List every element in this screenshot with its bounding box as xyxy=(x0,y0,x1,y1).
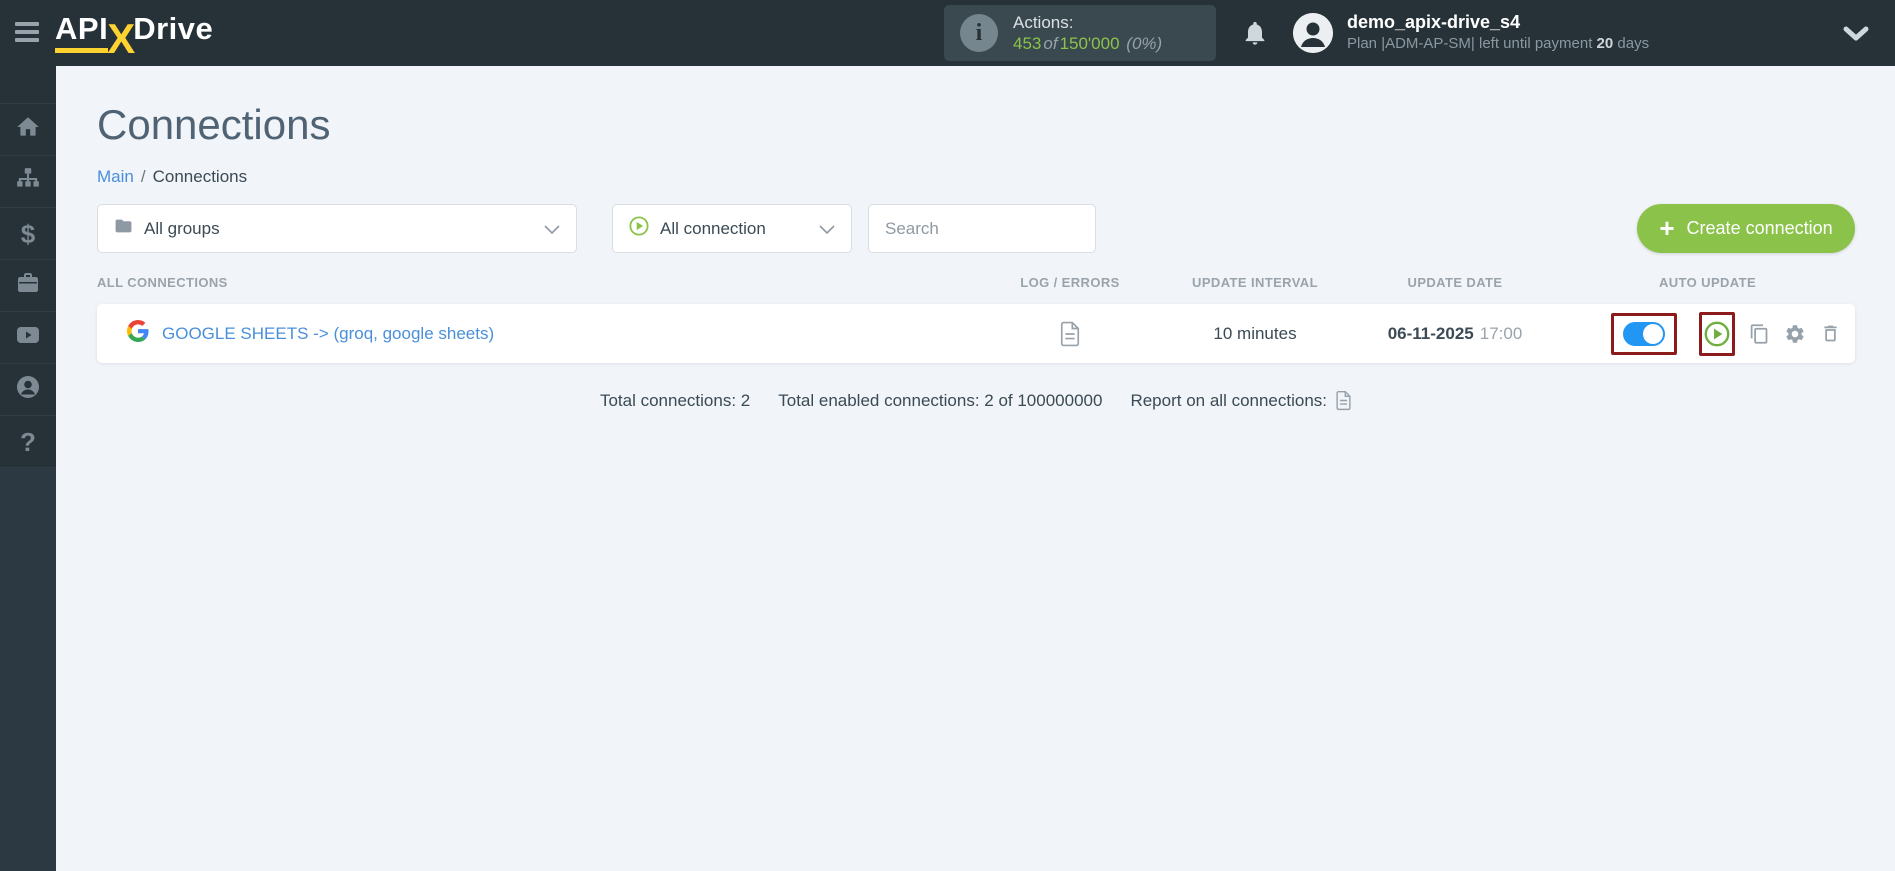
sitemap-icon xyxy=(15,167,41,196)
time-value: 17:00 xyxy=(1480,324,1523,344)
breadcrumb-current: Connections xyxy=(153,167,248,186)
report-label: Report on all connections: xyxy=(1130,391,1327,411)
user-info[interactable]: demo_apix-drive_s4 Plan |ADM-AP-SM| left… xyxy=(1347,11,1649,54)
col-auto-update: AUTO UPDATE xyxy=(1560,275,1855,290)
plus-icon: + xyxy=(1659,215,1674,241)
connection-filter-value: All connection xyxy=(660,219,819,239)
hamburger-menu-icon[interactable] xyxy=(15,22,39,44)
chevron-down-icon xyxy=(544,219,560,239)
create-connection-label: Create connection xyxy=(1687,218,1833,239)
col-all-connections: ALL CONNECTIONS xyxy=(97,275,980,290)
settings-gear-icon[interactable] xyxy=(1784,323,1806,345)
total-connections: Total connections: 2 xyxy=(600,391,750,411)
groups-filter-dropdown[interactable]: All groups xyxy=(97,204,577,253)
connection-row: GOOGLE SHEETS -> (groq, google sheets) 1… xyxy=(97,304,1855,363)
create-connection-button[interactable]: + Create connection xyxy=(1637,204,1855,253)
account-chevron-down-icon[interactable] xyxy=(1842,25,1870,48)
auto-update-toggle[interactable] xyxy=(1623,322,1665,346)
sidebar-item-services[interactable] xyxy=(0,259,56,311)
breadcrumb-separator: / xyxy=(141,167,146,186)
connection-filter-dropdown[interactable]: All connection xyxy=(612,204,852,253)
home-icon xyxy=(15,114,41,145)
breadcrumb: Main / Connections xyxy=(97,166,1855,188)
update-interval-value: 10 minutes xyxy=(1160,324,1350,344)
groups-filter-value: All groups xyxy=(144,219,544,239)
date-value: 06-11-2025 xyxy=(1388,324,1474,344)
main-content: Connections Main / Connections All groups … xyxy=(56,66,1895,871)
actions-usage: 453of150'000 (0%) xyxy=(1013,33,1164,54)
actions-of: of xyxy=(1043,34,1057,53)
youtube-icon xyxy=(16,326,40,349)
profile-icon xyxy=(15,374,41,405)
actions-counter[interactable]: i Actions: 453of150'000 (0%) xyxy=(944,5,1216,61)
logo-x: X xyxy=(107,22,135,56)
actions-total: 150'000 xyxy=(1060,34,1120,53)
folder-icon xyxy=(114,218,133,239)
dollar-icon: $ xyxy=(21,221,35,247)
logo-api: API xyxy=(55,12,108,53)
col-log-errors: LOG / ERRORS xyxy=(980,275,1160,290)
sidebar-item-help[interactable]: ? xyxy=(0,415,56,467)
sidebar-item-profile[interactable] xyxy=(0,363,56,415)
sidebar-item-billing[interactable]: $ xyxy=(0,207,56,259)
google-logo-icon xyxy=(127,320,149,347)
notifications-bell-icon[interactable] xyxy=(1241,18,1269,48)
log-file-icon[interactable] xyxy=(1059,321,1081,347)
user-avatar[interactable] xyxy=(1293,13,1333,53)
days-left-value: 20 xyxy=(1597,35,1614,52)
sidebar-item-home[interactable] xyxy=(0,103,56,155)
auto-update-annotation-box xyxy=(1611,313,1677,355)
actions-label: Actions: xyxy=(1013,12,1164,33)
run-annotation-box xyxy=(1699,312,1735,356)
info-icon: i xyxy=(960,14,998,52)
question-icon: ? xyxy=(20,429,36,455)
sidebar-filler xyxy=(0,467,56,871)
totals-bar: Total connections: 2 Total enabled conne… xyxy=(97,390,1855,411)
table-header-row: ALL CONNECTIONS LOG / ERRORS UPDATE INTE… xyxy=(97,275,1855,290)
total-enabled: Total enabled connections: 2 of 10000000… xyxy=(778,391,1102,411)
chevron-down-icon xyxy=(819,219,835,239)
connection-name-link[interactable]: GOOGLE SHEETS -> (groq, google sheets) xyxy=(162,324,494,344)
copy-connection-icon[interactable] xyxy=(1749,322,1770,346)
delete-trash-icon[interactable] xyxy=(1820,322,1841,345)
col-update-date: UPDATE DATE xyxy=(1350,275,1560,290)
sidebar-item-connections[interactable] xyxy=(0,155,56,207)
breadcrumb-main-link[interactable]: Main xyxy=(97,167,134,186)
sidebar-item-youtube[interactable] xyxy=(0,311,56,363)
briefcase-icon xyxy=(16,271,40,300)
top-bar: API X Drive i Actions: 453of150'000 (0%)… xyxy=(0,0,1895,66)
play-circle-icon xyxy=(629,216,649,241)
actions-percent: (0%) xyxy=(1126,34,1162,53)
apixdrive-logo[interactable]: API X Drive xyxy=(55,12,213,53)
col-update-interval: UPDATE INTERVAL xyxy=(1160,275,1350,290)
update-date-value: 06-11-2025 17:00 xyxy=(1350,324,1560,344)
filter-row: All groups All connection + Create conne… xyxy=(97,204,1855,253)
user-name: demo_apix-drive_s4 xyxy=(1347,11,1649,34)
user-plan: Plan |ADM-AP-SM| left until payment 20 d… xyxy=(1347,34,1649,54)
run-connection-play-icon[interactable] xyxy=(1704,321,1730,347)
report-file-icon[interactable] xyxy=(1335,390,1352,411)
page-title: Connections xyxy=(97,100,1855,150)
actions-used: 453 xyxy=(1013,34,1041,53)
sidebar-nav: $ ? xyxy=(0,66,56,871)
logo-drive: Drive xyxy=(133,12,213,53)
search-input[interactable] xyxy=(868,204,1096,253)
